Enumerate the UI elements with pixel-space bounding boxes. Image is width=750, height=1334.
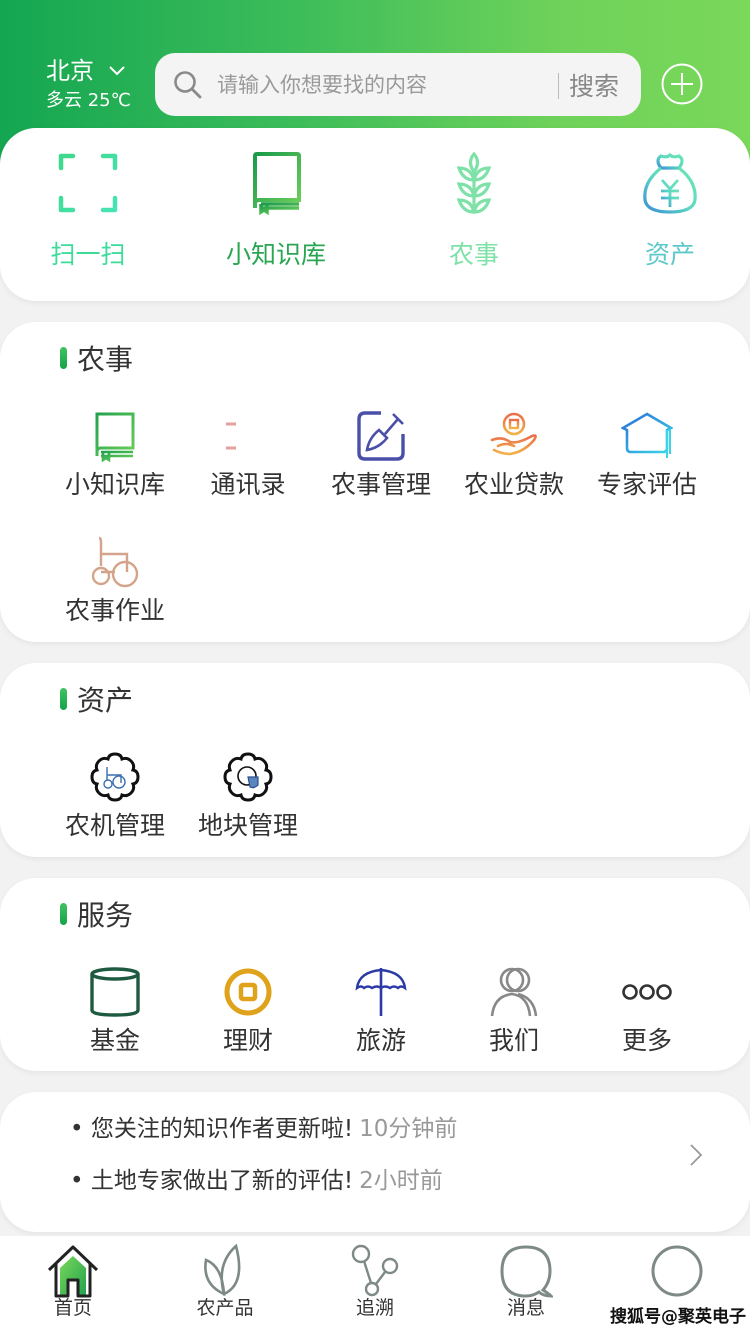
grid-item-farm-management[interactable]: 农事管理 — [314, 410, 448, 500]
title-accent-bar — [60, 688, 67, 710]
grid-item-travel[interactable]: 旅游 — [314, 966, 448, 1056]
services-section: 服务 基金 理财 旅游 我们 更多 — [0, 878, 750, 1071]
quick-action-scan[interactable]: 扫一扫 — [23, 150, 153, 270]
notice-text: 您关注的知识作者更新啦! — [90, 1116, 354, 1142]
grid-item-finance[interactable]: 理财 — [181, 966, 315, 1056]
tab-home[interactable]: 首页 — [18, 1244, 128, 1320]
shovel-icon — [357, 411, 405, 461]
section-title: 服务 — [60, 894, 133, 934]
fund-cylinder-icon — [90, 967, 140, 1017]
notice-text: 土地专家做出了新的评估! — [90, 1168, 354, 1194]
grid-item-expert-eval[interactable]: 专家评估 — [580, 410, 714, 500]
grid-item-us[interactable]: 我们 — [447, 966, 581, 1056]
city-name: 北京 — [46, 57, 94, 85]
leaf-icon — [204, 1244, 241, 1297]
quick-action-label: 农事 — [448, 240, 499, 269]
search-divider — [558, 73, 559, 99]
watermark: 搜狐号@聚英电子 — [610, 1307, 746, 1327]
umbrella-icon — [355, 968, 407, 1016]
notice-bullet: • — [70, 1168, 84, 1194]
quick-action-label: 小知识库 — [225, 240, 326, 269]
tractor-icon — [91, 536, 139, 588]
address-book-icon — [226, 422, 236, 450]
tab-profile[interactable] — [622, 1244, 732, 1297]
weather-text: 多云 25℃ — [46, 90, 131, 111]
title-accent-bar — [60, 347, 67, 369]
grid-item-land-mgmt[interactable]: 地块管理 — [181, 751, 315, 841]
notice-item[interactable]: • 土地专家做出了新的评估! 2小时前 — [70, 1166, 443, 1196]
section-title: 资产 — [60, 679, 133, 719]
search-icon — [174, 71, 202, 99]
grid-item-agri-loan[interactable]: 农业贷款 — [447, 410, 581, 500]
book-icon — [253, 152, 301, 216]
notice-card[interactable]: • 您关注的知识作者更新啦! 10分钟前 • 土地专家做出了新的评估! 2小时前 — [0, 1092, 750, 1232]
book-icon — [95, 412, 135, 462]
city-selector[interactable]: 北京 多云 25℃ — [46, 56, 131, 114]
quick-actions-card: 扫一扫 小知识库 农事 资产 — [0, 128, 750, 301]
graduation-cap-icon — [621, 412, 673, 458]
quick-action-farming[interactable]: 农事 — [409, 150, 539, 270]
more-icon — [622, 984, 672, 1000]
section-title: 农事 — [60, 338, 133, 378]
wheat-icon — [456, 151, 492, 214]
quick-action-label: 扫一扫 — [50, 240, 126, 269]
plus-circle-icon[interactable] — [661, 63, 703, 105]
assets-section: 资产 农机管理 地块管理 — [0, 663, 750, 857]
land-gear-icon — [223, 752, 273, 802]
grid-item-machine-mgmt[interactable]: 农机管理 — [48, 751, 182, 841]
quick-action-assets[interactable]: 资产 — [605, 150, 735, 270]
quick-action-label: 资产 — [644, 240, 695, 269]
users-icon — [490, 967, 538, 1017]
grid-item-more[interactable]: 更多 — [580, 966, 714, 1056]
tab-products[interactable]: 农产品 — [170, 1244, 280, 1320]
machine-gear-icon — [90, 752, 140, 802]
profile-icon — [651, 1245, 703, 1297]
grid-item-contacts[interactable]: 通讯录 — [181, 410, 315, 500]
quick-action-knowledge[interactable]: 小知识库 — [211, 150, 341, 270]
notice-time: 2小时前 — [359, 1168, 443, 1194]
tab-messages[interactable]: 消息 — [471, 1244, 581, 1320]
farming-section: 农事 小知识库 通讯录 农事管理 农业贷款 专家评估 农事作业 — [0, 322, 750, 642]
grid-item-fund[interactable]: 基金 — [48, 966, 182, 1056]
message-icon — [500, 1245, 553, 1298]
chevron-right-icon[interactable] — [688, 1142, 704, 1168]
search-button[interactable]: 搜索 — [569, 67, 619, 103]
tab-trace[interactable]: 追溯 — [320, 1244, 430, 1320]
money-bag-icon — [643, 152, 697, 214]
notice-bullet: • — [70, 1116, 84, 1142]
notice-time: 10分钟前 — [359, 1116, 458, 1142]
trace-icon — [351, 1244, 399, 1297]
search-bar: 搜索 — [155, 53, 641, 116]
title-accent-bar — [60, 903, 67, 925]
loan-hand-icon — [490, 412, 537, 456]
notice-item[interactable]: • 您关注的知识作者更新啦! 10分钟前 — [70, 1114, 457, 1144]
chevron-down-icon — [109, 66, 125, 76]
home-icon — [47, 1245, 99, 1298]
coin-icon — [224, 968, 272, 1016]
grid-item-farm-work[interactable]: 农事作业 — [48, 536, 182, 626]
search-input[interactable] — [217, 53, 547, 116]
scan-icon — [58, 153, 118, 213]
grid-item-knowledge[interactable]: 小知识库 — [48, 410, 182, 500]
